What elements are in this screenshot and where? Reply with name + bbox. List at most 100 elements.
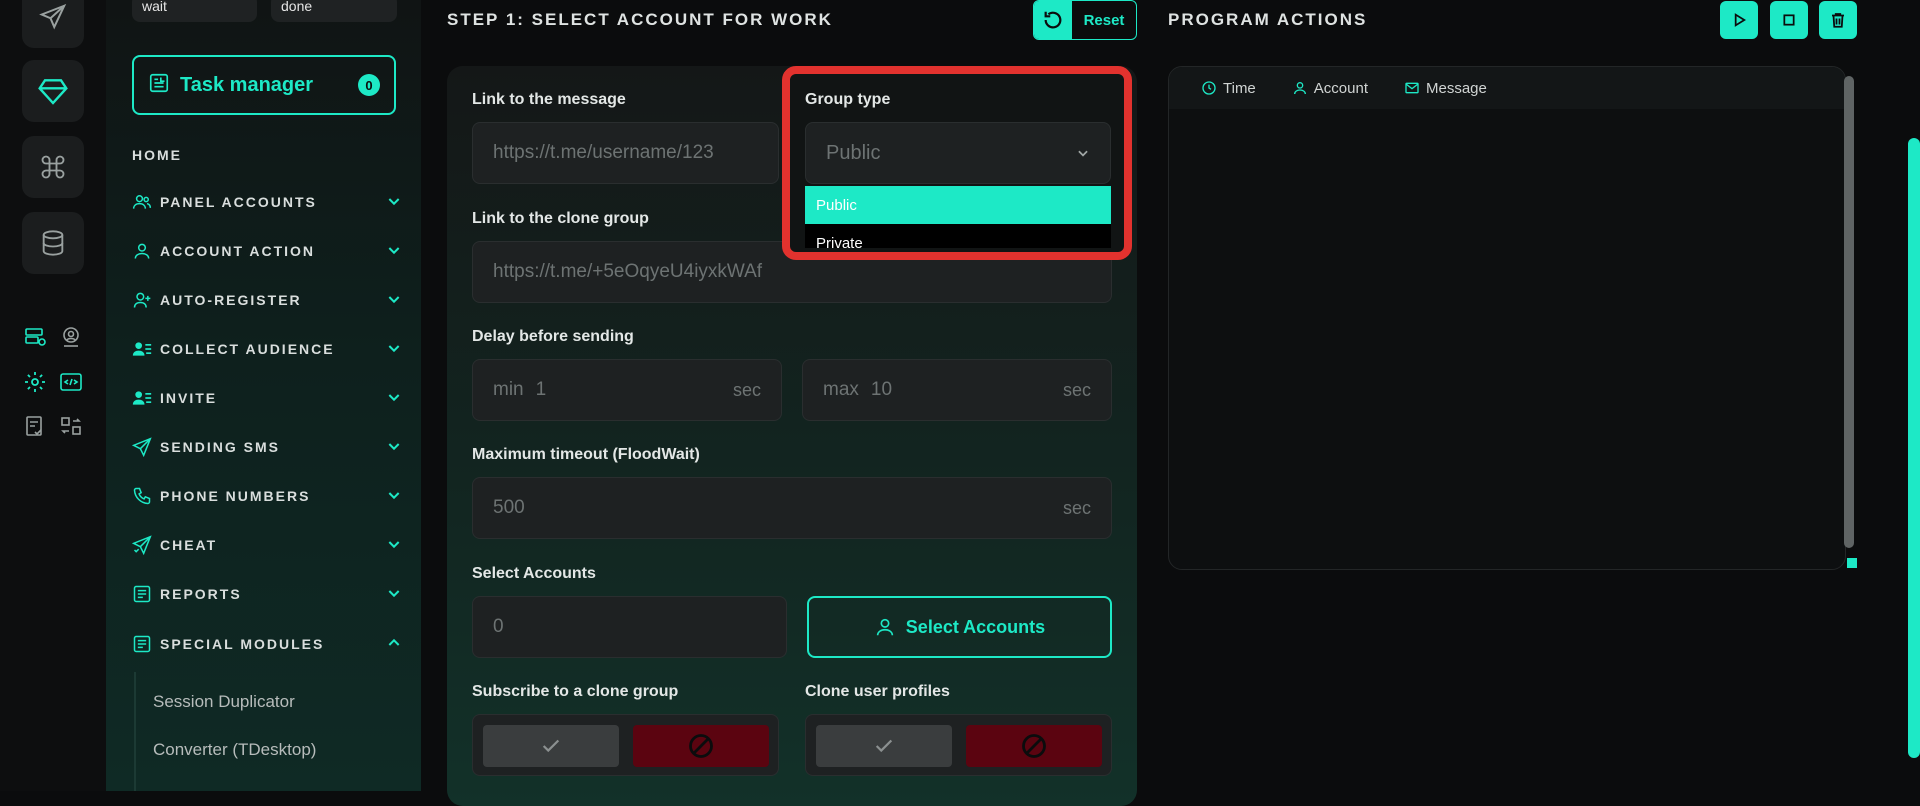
command-icon[interactable] xyxy=(22,136,84,198)
nav-collect-audience[interactable]: COLLECT AUDIENCE xyxy=(132,336,402,362)
log-col-time: Time xyxy=(1201,80,1256,97)
reset-label: Reset xyxy=(1083,11,1125,29)
nav-label: SPECIAL MODULES xyxy=(160,636,325,652)
nav-label: PHONE NUMBERS xyxy=(160,488,311,504)
nav-panel-accounts[interactable]: PANEL ACCOUNTS xyxy=(132,189,402,215)
clone-profiles-no-button[interactable] xyxy=(966,725,1102,767)
delay-max-value: 10 xyxy=(870,379,893,400)
nav-label: SENDING SMS xyxy=(160,439,281,455)
nav-label: ACCOUNT ACTION xyxy=(160,243,316,259)
clone-profiles-label: Clone user profiles xyxy=(805,683,950,700)
max-prefix: max xyxy=(823,379,859,400)
group-type-select[interactable]: Public xyxy=(805,122,1111,184)
play-button[interactable] xyxy=(1720,1,1758,39)
sub-item-converter[interactable]: Converter (TDesktop) xyxy=(153,740,316,760)
option-private[interactable]: Private xyxy=(805,224,1111,249)
nav-home[interactable]: HOME xyxy=(132,142,402,168)
accounts-count-value: 0 xyxy=(493,616,504,637)
nav-reports[interactable]: REPORTS xyxy=(132,581,402,607)
delete-button[interactable] xyxy=(1819,1,1857,39)
user-pin-icon[interactable] xyxy=(56,322,86,352)
reset-button[interactable]: Reset xyxy=(1033,0,1137,40)
log-header: Time Account Message xyxy=(1169,67,1845,109)
timeout-value: 500 xyxy=(493,497,525,518)
select-accounts-button[interactable]: Select Accounts xyxy=(807,596,1112,658)
delay-label: Delay before sending xyxy=(472,328,634,345)
nav-phone-numbers[interactable]: PHONE NUMBERS xyxy=(132,483,402,509)
log-col-message-label: Message xyxy=(1425,79,1487,97)
page-scrollbar[interactable] xyxy=(1908,138,1920,758)
clone-profiles-yes-button[interactable] xyxy=(816,725,952,767)
nav-label: INVITE xyxy=(160,390,218,406)
user-list-icon xyxy=(132,338,154,360)
chevron-down-icon xyxy=(386,389,402,408)
subscribe-toggle xyxy=(472,714,779,776)
server-check-icon[interactable] xyxy=(20,322,50,352)
delay-max-input[interactable]: max 10 sec xyxy=(802,359,1112,421)
database-icon[interactable] xyxy=(22,212,84,274)
unit-sec: sec xyxy=(1062,379,1091,400)
user-list-icon xyxy=(132,387,154,409)
mail-icon xyxy=(1404,80,1420,96)
log-col-account-label: Account xyxy=(1313,79,1368,97)
chevron-up-icon xyxy=(386,635,402,654)
task-manager-icon xyxy=(148,72,170,99)
log-scrollbar[interactable] xyxy=(1844,76,1854,548)
checklist-icon[interactable] xyxy=(20,411,50,441)
timeout-label: Maximum timeout (FloodWait) xyxy=(472,446,700,463)
stop-button[interactable] xyxy=(1770,1,1808,39)
resize-handle[interactable] xyxy=(1847,558,1857,568)
chevron-down-icon xyxy=(1076,146,1090,160)
nav-label: PANEL ACCOUNTS xyxy=(160,194,317,210)
chevron-down-icon xyxy=(386,242,402,261)
swap-icon[interactable] xyxy=(56,411,86,441)
link-message-placeholder: https://t.me/username/123 xyxy=(493,142,714,163)
min-prefix: min xyxy=(493,379,524,400)
group-type-value: Public xyxy=(826,141,881,164)
user-icon xyxy=(132,240,154,262)
subscribe-no-button[interactable] xyxy=(633,725,769,767)
status-done: done xyxy=(271,0,397,22)
select-accounts-label: Select Accounts xyxy=(472,565,596,582)
report-icon xyxy=(132,633,154,655)
gear-icon[interactable] xyxy=(20,367,50,397)
task-manager-button[interactable]: Task manager 0 xyxy=(132,55,396,115)
stop-icon xyxy=(1781,12,1797,28)
submenu-divider xyxy=(134,672,136,791)
group-type-options: Public Private xyxy=(805,186,1111,248)
link-message-label: Link to the message xyxy=(472,91,626,108)
link-message-input[interactable]: https://t.me/username/123 xyxy=(472,122,779,184)
nav-cheat[interactable]: CHEAT xyxy=(132,532,402,558)
timeout-input[interactable]: 500 sec xyxy=(472,477,1112,539)
program-log: Time Account Message xyxy=(1168,66,1846,570)
diamond-icon[interactable] xyxy=(22,60,84,122)
nav-account-action[interactable]: ACCOUNT ACTION xyxy=(132,238,402,264)
delay-min-value: 1 xyxy=(535,379,547,400)
user-icon xyxy=(874,616,896,638)
nav-label: COLLECT AUDIENCE xyxy=(160,341,335,357)
task-count-badge: 0 xyxy=(358,74,380,96)
sub-item-session-duplicator[interactable]: Session Duplicator xyxy=(153,692,295,712)
nav-sending-sms[interactable]: SENDING SMS xyxy=(132,434,402,460)
task-manager-label: Task manager xyxy=(180,73,314,96)
clone-group-placeholder: https://t.me/+5eOqyeU4iyxkWAf xyxy=(493,261,763,282)
delay-min-input[interactable]: min 1 sec xyxy=(472,359,782,421)
status-wait: wait xyxy=(132,0,257,22)
chevron-down-icon xyxy=(386,536,402,555)
nav-label: CHEAT xyxy=(160,537,218,553)
chevron-down-icon xyxy=(386,340,402,359)
nav-auto-register[interactable]: AUTO-REGISTER xyxy=(132,287,402,313)
code-window-icon[interactable] xyxy=(56,367,86,397)
chevron-down-icon xyxy=(386,585,402,604)
unit-sec: sec xyxy=(1062,497,1091,518)
nav-special-modules[interactable]: SPECIAL MODULES xyxy=(132,631,402,657)
send-icon[interactable] xyxy=(22,0,84,48)
nav-invite[interactable]: INVITE xyxy=(132,385,402,411)
sidebar: wait done Task manager 0 HOME PANEL ACCO… xyxy=(106,0,421,791)
select-accounts-button-label: Select Accounts xyxy=(905,616,1046,637)
step-title: STEP 1: SELECT ACCOUNT FOR WORK xyxy=(447,10,833,29)
subscribe-yes-button[interactable] xyxy=(483,725,619,767)
option-public[interactable]: Public xyxy=(805,186,1111,224)
user-plus-icon xyxy=(132,289,154,311)
send-check-icon xyxy=(132,534,154,556)
